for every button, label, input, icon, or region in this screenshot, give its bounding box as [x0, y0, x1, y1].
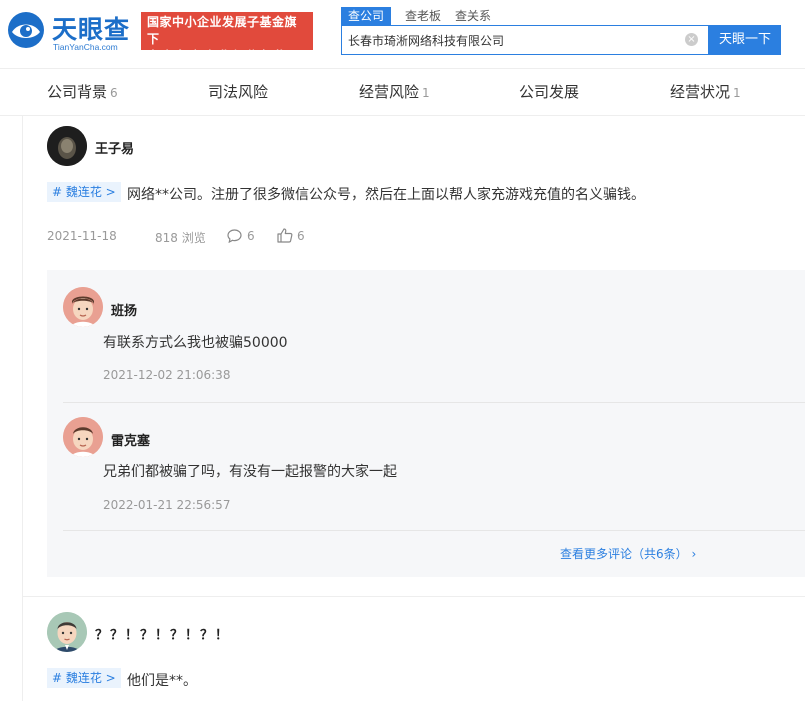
- nav-label: 司法风险: [208, 83, 269, 101]
- logo-text: 天眼查: [52, 15, 131, 44]
- header: 天眼查 TianYanCha.com 国家中小企业发展子基金旗下 官方备案企业征…: [0, 0, 805, 68]
- chevron-right-icon: ›: [691, 547, 697, 561]
- nav-count: 6: [110, 86, 118, 100]
- reply-text: 兄弟们都被骗了吗，有没有一起报警的大家一起: [103, 464, 397, 480]
- banner-line-1: 国家中小企业发展子基金旗下: [147, 15, 298, 46]
- reply-time: 2021-12-02 21:06:38: [103, 368, 231, 382]
- nav-label: 公司发展: [519, 83, 580, 101]
- more-comments-label: 查看更多评论（共6条）: [560, 547, 688, 561]
- reply-text: 有联系方式么我也被骗50000: [103, 335, 288, 351]
- like-count: 6: [297, 229, 305, 243]
- nav-label: 经营状况: [670, 83, 731, 101]
- tab-search-boss[interactable]: 查老板: [405, 7, 441, 25]
- post-divider: [22, 596, 805, 597]
- post-text: 他们是**。: [127, 673, 197, 689]
- more-comments-link[interactable]: 查看更多评论（共6条） ›: [560, 545, 696, 562]
- search-box: ×: [341, 25, 709, 55]
- content-left-border: [22, 116, 23, 701]
- cartoon-avatar-icon: [63, 417, 103, 457]
- post-text: 网络**公司。注册了很多微信公众号，然后在上面以帮人家充游戏充值的名义骗钱。: [127, 187, 645, 203]
- nav-count: 1: [422, 86, 430, 100]
- cartoon-avatar-icon: [47, 612, 87, 652]
- author-name[interactable]: ？？！？！？！？！: [95, 624, 230, 643]
- tianyancha-eye-icon: [8, 12, 44, 48]
- reply-author-name[interactable]: 雷克塞: [111, 430, 150, 449]
- nav-count: 1: [733, 86, 741, 100]
- avatar[interactable]: [63, 417, 103, 457]
- nav-operating-risk[interactable]: 经营风险 1: [359, 81, 430, 102]
- topic-tag[interactable]: # 魏连花 >: [47, 182, 121, 202]
- topic-tag[interactable]: # 魏连花 >: [47, 668, 121, 688]
- search-button[interactable]: 天眼一下: [709, 25, 781, 55]
- logo-domain: TianYanCha.com: [53, 42, 118, 52]
- view-count: 818 浏览: [155, 231, 206, 245]
- search-type-tabs: 查公司 查老板 查关系: [341, 7, 505, 25]
- tianyancha-logo[interactable]: 天眼查 TianYanCha.com: [6, 8, 130, 54]
- avatar[interactable]: [47, 612, 87, 652]
- tab-search-company[interactable]: 查公司: [341, 7, 392, 25]
- nav-judicial-risk[interactable]: 司法风险: [208, 81, 271, 102]
- reply-divider: [63, 530, 805, 531]
- nav-label: 公司背景: [47, 83, 108, 101]
- clear-icon[interactable]: ×: [685, 33, 698, 46]
- reply-time: 2022-01-21 22:56:57: [103, 498, 231, 512]
- reply-author-name[interactable]: 班扬: [111, 300, 137, 319]
- search-input[interactable]: [348, 26, 678, 54]
- comment-count: 6: [247, 229, 255, 243]
- nav-company-background[interactable]: 公司背景 6: [47, 81, 118, 102]
- tab-search-relation[interactable]: 查关系: [455, 7, 491, 25]
- reply-list: 班扬 有联系方式么我也被骗50000 2021-12-02 21:06:38 雷…: [47, 270, 805, 577]
- like-icon[interactable]: [277, 228, 293, 243]
- author-name[interactable]: 王子易: [95, 138, 134, 157]
- cartoon-avatar-icon: [63, 287, 103, 327]
- nav-company-development[interactable]: 公司发展: [519, 81, 582, 102]
- avatar[interactable]: [63, 287, 103, 327]
- nav-label: 经营风险: [359, 83, 420, 101]
- official-banner: 国家中小企业发展子基金旗下 官方备案企业征信机构: [141, 12, 313, 63]
- post-date: 2021-11-18: [47, 229, 117, 243]
- banner-line-2: 官方备案企业征信机构: [147, 49, 290, 63]
- avatar[interactable]: [47, 126, 87, 166]
- avatar-photo-icon: [47, 126, 87, 166]
- comment-icon[interactable]: [227, 229, 242, 243]
- nav-operating-status[interactable]: 经营状况 1: [670, 81, 741, 102]
- company-nav: 公司背景 6 司法风险 经营风险 1 公司发展 经营状况 1: [0, 68, 805, 116]
- reply-divider: [63, 402, 805, 403]
